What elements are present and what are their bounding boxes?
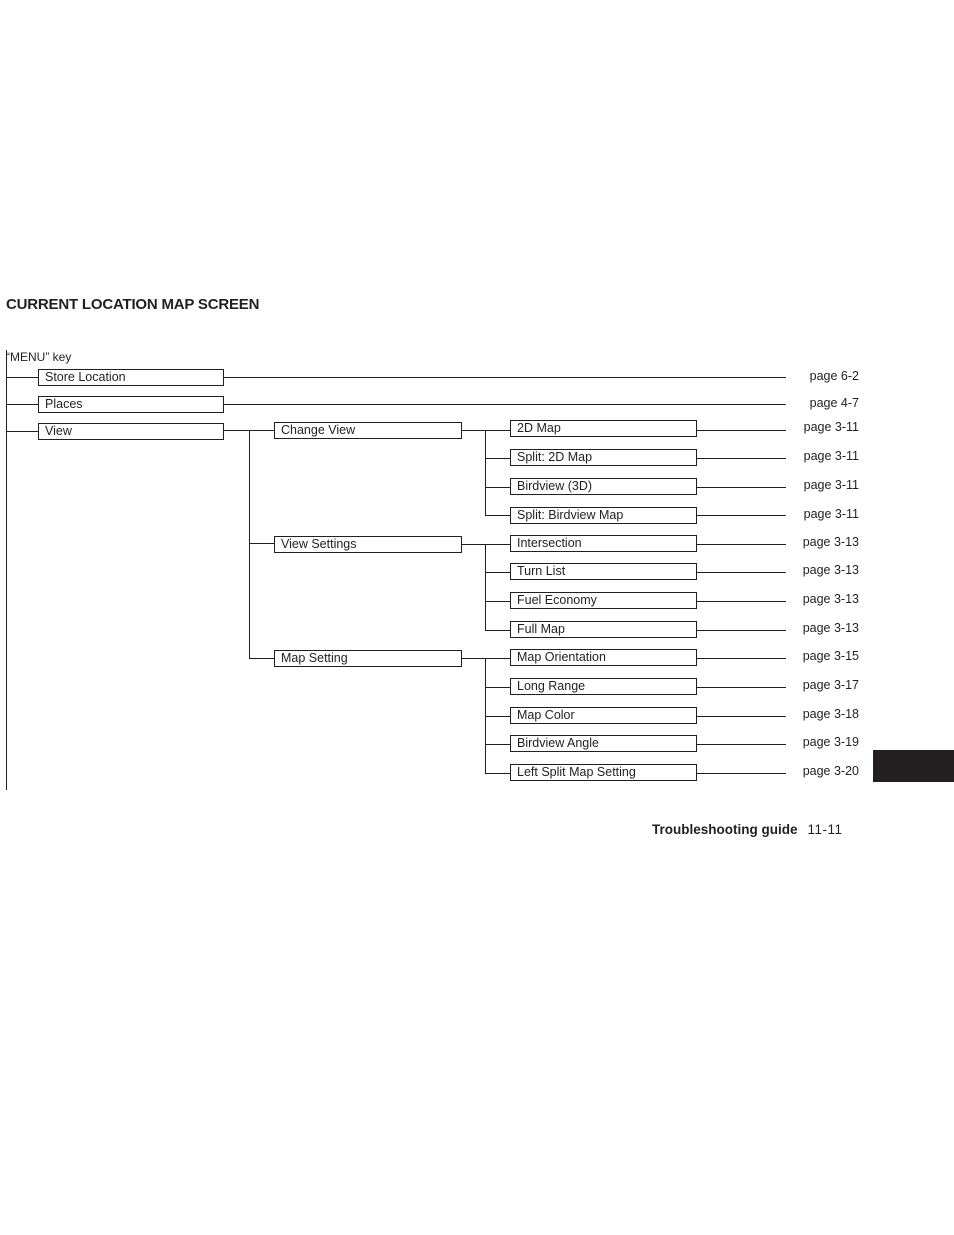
change-view-trunk: [485, 430, 486, 516]
page-footer: Troubleshooting guide 11-11: [652, 822, 843, 837]
view-submenu-trunk: [249, 430, 250, 658]
leader-line: [697, 744, 786, 745]
menu-item-split-2d-map[interactable]: Split: 2D Map: [510, 449, 697, 466]
page-reference: page 3-11: [803, 420, 859, 434]
connector: [485, 716, 510, 717]
leader-line: [697, 430, 786, 431]
page-reference: page 3-17: [802, 678, 859, 692]
menu-item-change-view[interactable]: Change View: [274, 422, 462, 439]
leader-line: [697, 630, 786, 631]
page-reference: page 3-11: [803, 478, 859, 492]
page-reference: page 3-11: [803, 507, 859, 521]
leader-line: [697, 458, 786, 459]
menu-item-turn-list[interactable]: Turn List: [510, 563, 697, 580]
footer-page-number: 11-11: [807, 822, 843, 837]
connector: [485, 487, 510, 488]
leader-line: [697, 487, 786, 488]
chapter-tab-marker: [873, 750, 954, 782]
page-reference: page 3-11: [803, 449, 859, 463]
connector: [485, 744, 510, 745]
connector: [485, 773, 510, 774]
menu-item-left-split-map-setting[interactable]: Left Split Map Setting: [510, 764, 697, 781]
menu-item-birdview-angle[interactable]: Birdview Angle: [510, 735, 697, 752]
footer-section-title: Troubleshooting guide: [652, 822, 798, 837]
connector: [462, 658, 510, 659]
connector: [485, 630, 510, 631]
menu-trunk-line: [6, 350, 7, 790]
connector: [485, 515, 510, 516]
connector: [249, 658, 274, 659]
leader-line: [697, 601, 786, 602]
view-settings-trunk: [485, 544, 486, 630]
connector: [249, 543, 274, 544]
menu-item-store-location[interactable]: Store Location: [38, 369, 224, 386]
leader-line: [697, 658, 786, 659]
page-reference: page 3-13: [802, 592, 859, 606]
menu-item-intersection[interactable]: Intersection: [510, 535, 697, 552]
menu-key-label: “MENU” key: [6, 350, 72, 364]
page-reference: page 3-18: [802, 707, 859, 721]
connector: [6, 431, 38, 432]
menu-item-birdview-3d[interactable]: Birdview (3D): [510, 478, 697, 495]
connector: [485, 458, 510, 459]
page-title: CURRENT LOCATION MAP SCREEN: [6, 296, 260, 313]
menu-item-map-color[interactable]: Map Color: [510, 707, 697, 724]
leader-line: [697, 716, 786, 717]
page-reference: page 3-19: [802, 735, 859, 749]
page-reference: page 3-13: [802, 535, 859, 549]
leader-line: [224, 377, 786, 378]
leader-line: [697, 572, 786, 573]
menu-item-view[interactable]: View: [38, 423, 224, 440]
page-reference: page 3-15: [802, 649, 859, 663]
menu-item-view-settings[interactable]: View Settings: [274, 536, 462, 553]
menu-item-full-map[interactable]: Full Map: [510, 621, 697, 638]
menu-item-places[interactable]: Places: [38, 396, 224, 413]
menu-item-fuel-economy[interactable]: Fuel Economy: [510, 592, 697, 609]
page-reference: page 3-13: [802, 563, 859, 577]
leader-line: [697, 773, 786, 774]
connector: [6, 377, 38, 378]
leader-line: [224, 404, 786, 405]
leader-line: [697, 544, 786, 545]
menu-item-2d-map[interactable]: 2D Map: [510, 420, 697, 437]
connector: [6, 404, 38, 405]
menu-item-split-birdview-map[interactable]: Split: Birdview Map: [510, 507, 697, 524]
connector: [485, 572, 510, 573]
page-reference: page 6-2: [809, 369, 859, 383]
connector: [462, 544, 510, 545]
connector: [485, 601, 510, 602]
menu-item-long-range[interactable]: Long Range: [510, 678, 697, 695]
menu-item-map-orientation[interactable]: Map Orientation: [510, 649, 697, 666]
leader-line: [697, 515, 786, 516]
page-reference: page 3-13: [802, 621, 859, 635]
page-reference: page 3-20: [802, 764, 859, 778]
connector: [485, 687, 510, 688]
menu-item-map-setting[interactable]: Map Setting: [274, 650, 462, 667]
connector: [462, 430, 510, 431]
page-reference: page 4-7: [809, 396, 859, 410]
leader-line: [697, 687, 786, 688]
